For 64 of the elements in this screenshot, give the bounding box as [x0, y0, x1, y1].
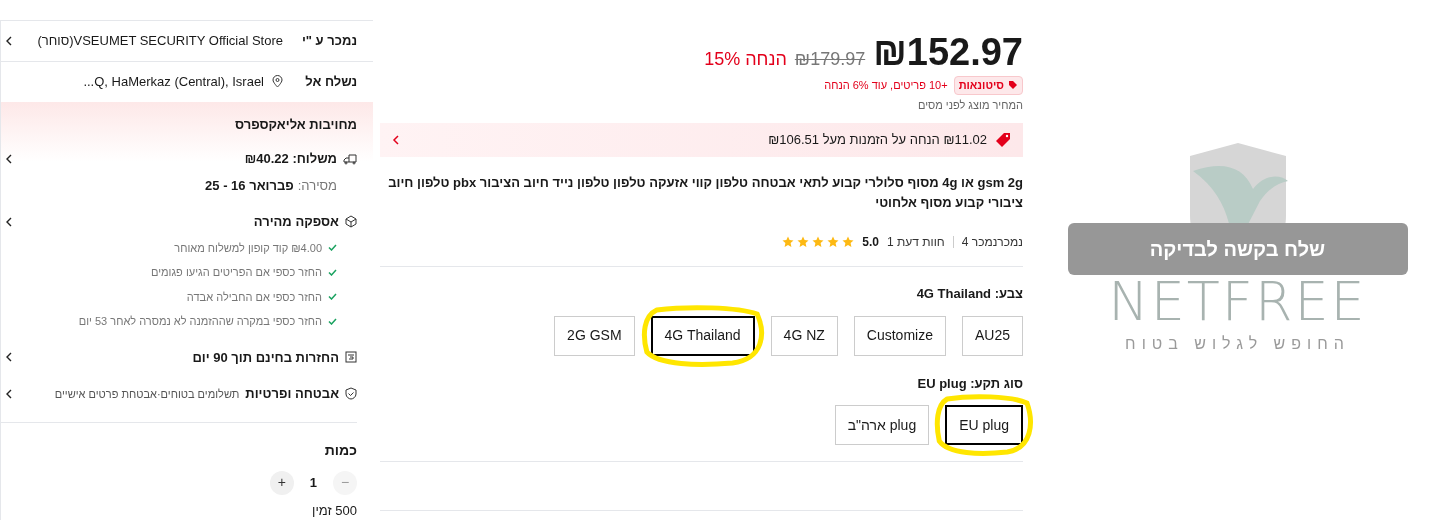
logo-wordmark: NETFREE: [1108, 274, 1367, 330]
increase-button[interactable]: +: [269, 470, 294, 495]
star-icon: [782, 236, 795, 248]
tax-note: המחיר מוצג לפני מסים: [916, 97, 1023, 113]
seller-label: נמכר ע "י: [300, 32, 357, 51]
rating-value: 5.0: [862, 234, 879, 251]
option-button[interactable]: EU plug: [945, 405, 1023, 445]
check-icon: [328, 293, 337, 301]
logo-tagline: החופש לגלוש בטוח: [1125, 334, 1350, 354]
check-icon: [328, 317, 337, 325]
quantity-value: 1: [309, 473, 317, 492]
coupon-bar[interactable]: ₪11.02 הנחה על הזמנות מעל ₪106.51: [380, 123, 1023, 157]
chevron-icon[interactable]: [5, 388, 13, 399]
review-count: חוות דעת 1: [887, 234, 945, 251]
cube-icon: [345, 215, 357, 229]
coupon-text: ₪11.02 הנחה על הזמנות מעל ₪106.51: [767, 131, 987, 150]
star-icon: [812, 236, 825, 248]
commitment-title: מחויבות אליאקספרס: [234, 115, 357, 134]
product-title: gsm 2g או 4g מסוף סלולרי קבוע לתאי אבטחה טלפון קווי אזעקה טלפון טלפון נייד חיוב הציבור pbx טלפון חיוב ציבורי קבוע מסוף אלחוטי: [387, 174, 1023, 212]
return-box-icon: [345, 351, 357, 364]
security-subtitle: תשלומים בטוחים·אבטחת פרטים אישיים: [53, 386, 240, 402]
star-icon: [842, 236, 855, 248]
option-button[interactable]: AU25: [961, 315, 1023, 356]
fast-delivery-title: אספקה מהירה: [252, 213, 339, 231]
option-button[interactable]: 4G NZ: [770, 315, 838, 356]
option-label: סוג תקע: EU plug: [916, 374, 1023, 393]
ship-to-address[interactable]: Q, HaMerkaz (Central), Israel...: [83, 71, 264, 92]
shield-check-icon: [345, 387, 357, 401]
security-title: אבטחה ופרטיות: [245, 385, 339, 403]
sold-count: נמכרנמכר 4: [961, 234, 1023, 251]
truck-icon: [343, 152, 357, 165]
ship-to-label: נשלח אל: [304, 72, 357, 91]
wholesale-offer: +10 פריטים, עוד 6% הנחה: [824, 78, 948, 93]
option-label: צבע: 4G Thailand: [915, 285, 1023, 303]
available-count: 500 זמין: [311, 501, 357, 520]
price: ₪152.97: [873, 30, 1023, 74]
check-icon: [328, 268, 337, 276]
check-icon: [328, 244, 337, 252]
tag-icon: [1008, 80, 1018, 91]
option-button[interactable]: plug ארה"ב: [834, 405, 930, 445]
star-icon: [797, 236, 810, 248]
guarantee-text: החזר כספי במקרה שההזמנה לא נמסרה לאחר 53 יום: [78, 314, 322, 329]
star-icon: [827, 236, 840, 248]
chevron-icon[interactable]: [5, 35, 13, 46]
old-price: ₪179.97: [794, 48, 866, 71]
option-button[interactable]: 4G Thailand: [650, 315, 755, 356]
delivery-label: מסירה:: [297, 176, 337, 195]
free-returns-title: החזרות בחינם תוך 90 יום: [191, 348, 339, 367]
location-pin-icon: [272, 75, 283, 89]
chevron-icon[interactable]: [5, 216, 13, 227]
quantity-label: כמות: [323, 440, 357, 460]
guarantee-text: החזר כספי אם הפריטים הגיעו פגומים: [150, 265, 322, 280]
guarantee-text: ₪4.00 קוד קופון למשלוח מאוחר: [174, 240, 322, 256]
shipping-cost: משלוח: ₪40.22: [243, 150, 337, 168]
guarantee-text: החזר כספי אם החבילה אבדה: [186, 289, 322, 305]
chevron-icon[interactable]: [5, 153, 13, 164]
option-button[interactable]: 2G GSM: [554, 315, 635, 356]
discount-text: הנחה 15%: [704, 48, 787, 71]
wholesale-label: סיטונאות: [958, 78, 1004, 93]
tag-icon: [995, 132, 1011, 148]
chevron-icon[interactable]: [5, 352, 13, 363]
option-button[interactable]: Customize: [853, 315, 946, 356]
delivery-dates: פברואר 16 - 25: [205, 176, 294, 195]
seller-name[interactable]: VSEUMET SECURITY Official Store(סוחר): [21, 31, 283, 51]
